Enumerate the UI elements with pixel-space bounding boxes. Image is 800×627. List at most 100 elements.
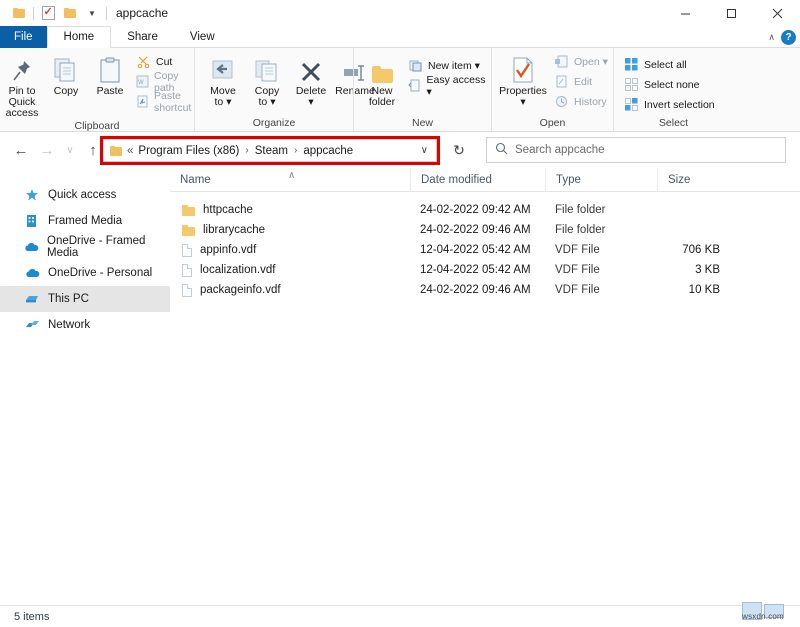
- table-row[interactable]: httpcache 24-02-2022 09:42 AM File folde…: [170, 200, 800, 220]
- sidebar-item-quick-access[interactable]: Quick access: [0, 182, 170, 208]
- file-date-cell: 24-02-2022 09:42 AM: [410, 204, 545, 216]
- file-name-cell: localization.vdf: [170, 264, 410, 277]
- delete-button[interactable]: Delete ▾: [289, 51, 333, 108]
- column-header-type[interactable]: Type: [545, 168, 657, 192]
- breadcrumb-steam[interactable]: Steam: [255, 145, 288, 157]
- edit-button[interactable]: Edit: [550, 73, 612, 90]
- cloud-icon: [24, 239, 39, 255]
- ribbon-group-label-organize: Organize: [195, 116, 353, 131]
- history-label: History: [574, 96, 607, 108]
- qat-divider-2: [106, 7, 107, 20]
- folder-icon: [182, 225, 195, 236]
- tab-home[interactable]: Home: [47, 26, 112, 48]
- paste-shortcut-icon: [136, 94, 149, 109]
- move-to-button[interactable]: Move to ▾: [201, 51, 245, 108]
- table-row[interactable]: librarycache 24-02-2022 09:46 AM File fo…: [170, 220, 800, 240]
- breadcrumb-separator-1[interactable]: ›: [244, 145, 249, 156]
- new-folder-button[interactable]: New folder: [360, 51, 404, 108]
- column-header-name[interactable]: Name ∧: [170, 168, 410, 192]
- ribbon-group-organize: Move to ▾ Copy to ▾: [194, 48, 353, 131]
- cut-button[interactable]: Cut: [132, 53, 197, 70]
- column-header-size[interactable]: Size: [657, 168, 732, 192]
- file-size-cell: 706 KB: [657, 244, 732, 256]
- sidebar-item-this-pc[interactable]: This PC: [0, 286, 170, 312]
- edit-label: Edit: [574, 76, 592, 88]
- file-name-label: packageinfo.vdf: [200, 284, 281, 296]
- paste-shortcut-button[interactable]: Paste shortcut: [132, 93, 197, 110]
- chevron-up-icon[interactable]: ∧: [768, 32, 775, 43]
- pin-icon: [11, 53, 33, 83]
- copy-to-button[interactable]: Copy to ▾: [245, 51, 289, 108]
- folder-icon[interactable]: [8, 2, 30, 24]
- file-type-cell: File folder: [545, 204, 657, 216]
- quick-access-toolbar: ▼: [0, 0, 110, 26]
- invert-selection-button[interactable]: Invert selection: [620, 96, 719, 113]
- column-headers: Name ∧ Date modified Type Size: [170, 168, 800, 192]
- recent-locations-button[interactable]: ∨: [60, 135, 80, 165]
- search-placeholder: Search appcache: [515, 144, 605, 156]
- file-name-label: appinfo.vdf: [200, 244, 256, 256]
- delete-x-icon: [300, 53, 322, 83]
- search-input[interactable]: Search appcache: [486, 137, 786, 163]
- sidebar-item-onedrive-personal[interactable]: OneDrive - Personal: [0, 260, 170, 286]
- sidebar-item-label: OneDrive - Framed Media: [47, 235, 170, 259]
- close-button[interactable]: [754, 0, 800, 26]
- table-row[interactable]: packageinfo.vdf 24-02-2022 09:46 AM VDF …: [170, 280, 800, 300]
- file-date-cell: 24-02-2022 09:46 AM: [410, 224, 545, 236]
- properties-line2: ▾: [520, 97, 525, 108]
- easy-access-button[interactable]: Easy access ▾: [404, 77, 491, 94]
- select-all-button[interactable]: Select all: [620, 56, 719, 73]
- address-bar-highlight: « Program Files (x86) › Steam › appcache…: [100, 136, 440, 165]
- pin-to-quick-access-button[interactable]: Pin to Quick access: [0, 51, 44, 119]
- forward-button[interactable]: →: [34, 135, 60, 165]
- minimize-button[interactable]: [662, 0, 708, 26]
- open-button[interactable]: Open ▾: [550, 53, 612, 70]
- cloud-icon: [24, 265, 40, 281]
- back-button[interactable]: ←: [8, 135, 34, 165]
- window-title: appcache: [116, 0, 168, 26]
- breadcrumb-appcache[interactable]: appcache: [303, 145, 353, 157]
- breadcrumb-separator-2[interactable]: ›: [293, 145, 298, 156]
- ribbon-group-select: Select all Select none: [613, 48, 733, 131]
- file-size-cell: 10 KB: [657, 284, 732, 296]
- history-button[interactable]: History: [550, 93, 612, 110]
- breadcrumb-program-files[interactable]: Program Files (x86): [138, 145, 239, 157]
- chevron-down-icon[interactable]: ∨: [421, 145, 432, 156]
- tab-view[interactable]: View: [174, 26, 231, 48]
- file-type-cell: VDF File: [545, 264, 657, 276]
- table-row[interactable]: localization.vdf 12-04-2022 05:42 AM VDF…: [170, 260, 800, 280]
- sidebar-item-onedrive-framed-media[interactable]: OneDrive - Framed Media: [0, 234, 170, 260]
- help-icon[interactable]: ?: [781, 30, 796, 45]
- sidebar-item-network[interactable]: Network: [0, 312, 170, 338]
- ribbon-help-area: ∧ ?: [768, 26, 796, 48]
- select-all-label: Select all: [644, 59, 687, 71]
- properties-button[interactable]: Properties ▾: [496, 51, 550, 108]
- star-icon: [24, 187, 40, 203]
- new-folder-line2: folder: [369, 97, 395, 108]
- paste-button[interactable]: Paste: [88, 51, 132, 97]
- open-label: Open ▾: [574, 56, 608, 68]
- select-none-button[interactable]: Select none: [620, 76, 719, 93]
- new-folder-icon[interactable]: [59, 2, 81, 24]
- tab-file[interactable]: File: [0, 26, 47, 48]
- column-header-date-modified[interactable]: Date modified: [410, 168, 545, 192]
- new-item-button[interactable]: New item ▾: [404, 57, 491, 74]
- copy-button[interactable]: Copy: [44, 51, 88, 97]
- explorer-body: Quick access Framed Media OneDrive - Fra…: [0, 168, 800, 605]
- table-row[interactable]: appinfo.vdf 12-04-2022 05:42 AM VDF File…: [170, 240, 800, 260]
- properties-icon[interactable]: [37, 2, 59, 24]
- address-bar[interactable]: « Program Files (x86) › Steam › appcache…: [103, 139, 437, 162]
- new-small-commands: New item ▾ Easy access ▾: [404, 51, 491, 94]
- delete-line2: ▾: [308, 97, 313, 108]
- copy-path-button[interactable]: W Copy path: [132, 73, 197, 90]
- folder-icon: [182, 205, 195, 216]
- sidebar-item-framed-media[interactable]: Framed Media: [0, 208, 170, 234]
- chevron-down-icon[interactable]: ▼: [81, 2, 103, 24]
- pc-icon: [24, 291, 40, 307]
- invert-selection-icon: [624, 97, 639, 112]
- tab-share[interactable]: Share: [111, 26, 174, 48]
- open-icon: [554, 54, 569, 69]
- maximize-button[interactable]: [708, 0, 754, 26]
- refresh-button[interactable]: ↻: [446, 137, 472, 163]
- address-bar-row: ← → ∨ ↑ « Program Files (x86) › Steam › …: [0, 132, 800, 168]
